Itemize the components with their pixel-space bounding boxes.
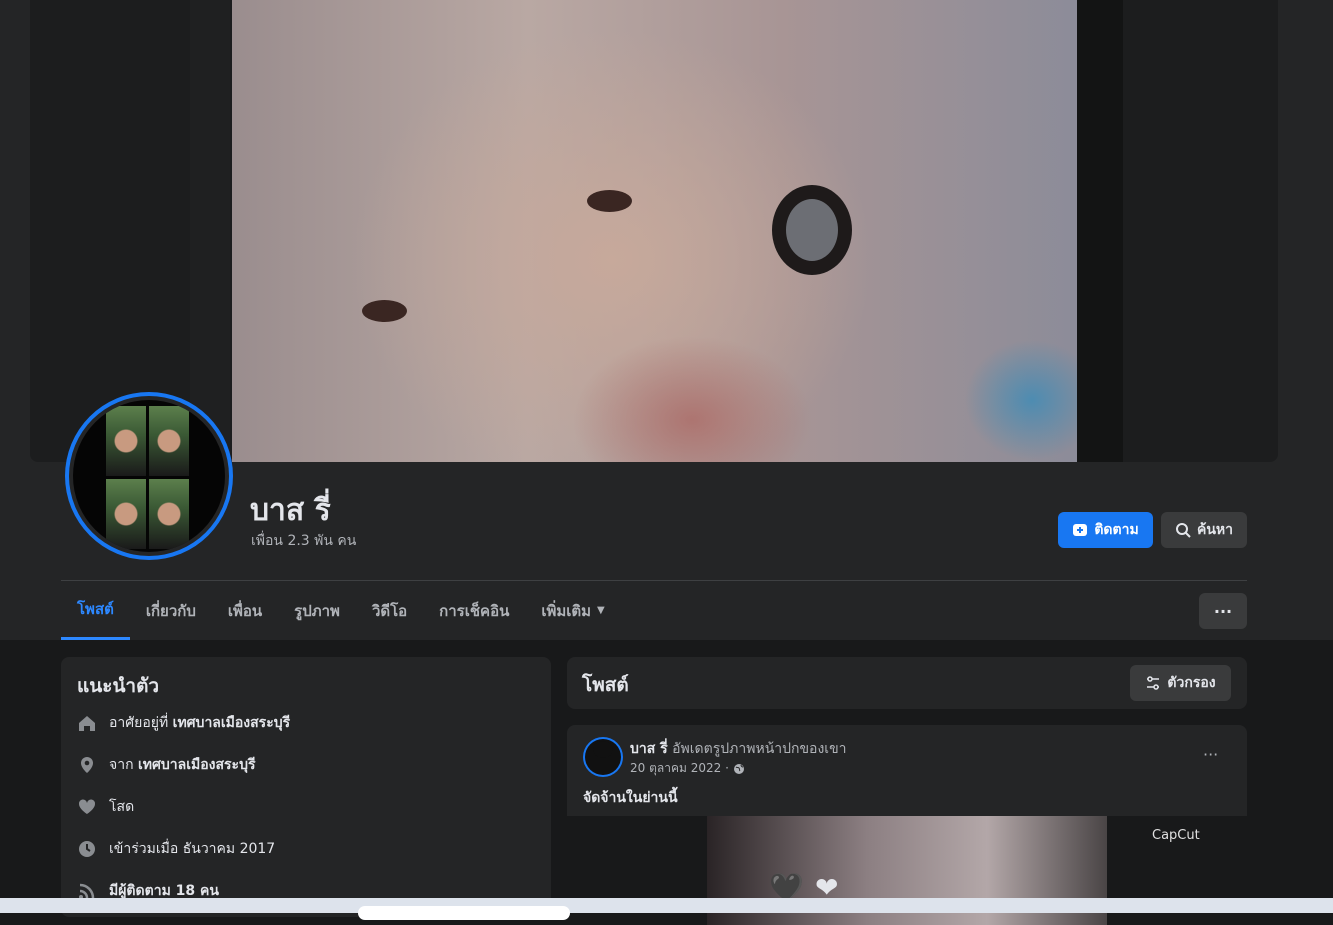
caret-down-icon: ▼ bbox=[597, 605, 605, 616]
tab-photos[interactable]: รูปภาพ bbox=[278, 581, 356, 640]
cover-photo[interactable] bbox=[30, 0, 1278, 462]
follow-button[interactable]: ติดตาม bbox=[1058, 512, 1153, 548]
tab-more[interactable]: เพิ่มเติม ▼ bbox=[525, 581, 620, 640]
post-options-button[interactable]: ··· bbox=[1203, 745, 1218, 764]
profile-tabs: โพสต์ เกี่ยวกับ เพื่อน รูปภาพ วิดีโอ การ… bbox=[61, 581, 621, 640]
tab-posts[interactable]: โพสต์ bbox=[61, 581, 130, 640]
earring bbox=[772, 185, 852, 275]
post-text: จัดจ้านในย่านนี้ bbox=[583, 790, 678, 806]
home-icon bbox=[77, 713, 97, 733]
post-header: บาส รี่ อัพเดตรูปภาพหน้าปกของเขา bbox=[630, 741, 847, 757]
post-date: 20 ตุลาคม 2022 · bbox=[630, 759, 745, 778]
tab-friends[interactable]: เพื่อน bbox=[212, 581, 278, 640]
posts-title: โพสต์ bbox=[582, 674, 629, 696]
sliders-icon bbox=[1147, 676, 1160, 690]
intro-title: แนะนำตัว bbox=[77, 675, 160, 697]
profile-more-button[interactable]: ··· bbox=[1199, 593, 1247, 629]
post-card: บาส รี่ อัพเดตรูปภาพหน้าปกของเขา 20 ตุลา… bbox=[567, 725, 1247, 925]
profile-name: บาส รี่ bbox=[250, 493, 331, 528]
tab-about[interactable]: เกี่ยวกับ bbox=[130, 581, 212, 640]
capcut-watermark: CapCut bbox=[1152, 828, 1200, 843]
intro-from: จาก เทศบาลเมืองสระบุรี bbox=[77, 754, 255, 776]
os-taskbar bbox=[0, 898, 1333, 920]
location-pin-icon bbox=[77, 755, 97, 775]
clock-icon bbox=[77, 839, 97, 859]
tab-checkins[interactable]: การเช็คอิน bbox=[423, 581, 525, 640]
heart-icon bbox=[77, 797, 97, 817]
globe-icon bbox=[733, 763, 744, 774]
search-icon bbox=[1175, 523, 1191, 538]
post-author-avatar[interactable] bbox=[583, 737, 623, 777]
intro-joined: เข้าร่วมเมื่อ ธันวาคม 2017 bbox=[77, 838, 275, 860]
taskbar-search[interactable] bbox=[358, 906, 570, 920]
tab-videos[interactable]: วิดีโอ bbox=[356, 581, 423, 640]
intro-lives-in: อาศัยอยู่ที่ เทศบาลเมืองสระบุรี bbox=[77, 712, 290, 734]
post-author-name[interactable]: บาส รี่ bbox=[630, 741, 668, 757]
friends-count[interactable]: เพื่อน 2.3 พัน คน bbox=[251, 530, 356, 552]
profile-avatar[interactable] bbox=[65, 392, 233, 560]
search-button[interactable]: ค้นหา bbox=[1161, 512, 1247, 548]
cover-image bbox=[232, 0, 1077, 462]
posts-header: โพสต์ ตัวกรอง bbox=[567, 657, 1247, 709]
filter-button[interactable]: ตัวกรอง bbox=[1130, 665, 1231, 701]
intro-relationship: โสด bbox=[77, 796, 134, 818]
intro-card: แนะนำตัว อาศัยอยู่ที่ เทศบาลเมืองสระบุรี… bbox=[61, 657, 551, 917]
follow-icon bbox=[1073, 524, 1088, 536]
